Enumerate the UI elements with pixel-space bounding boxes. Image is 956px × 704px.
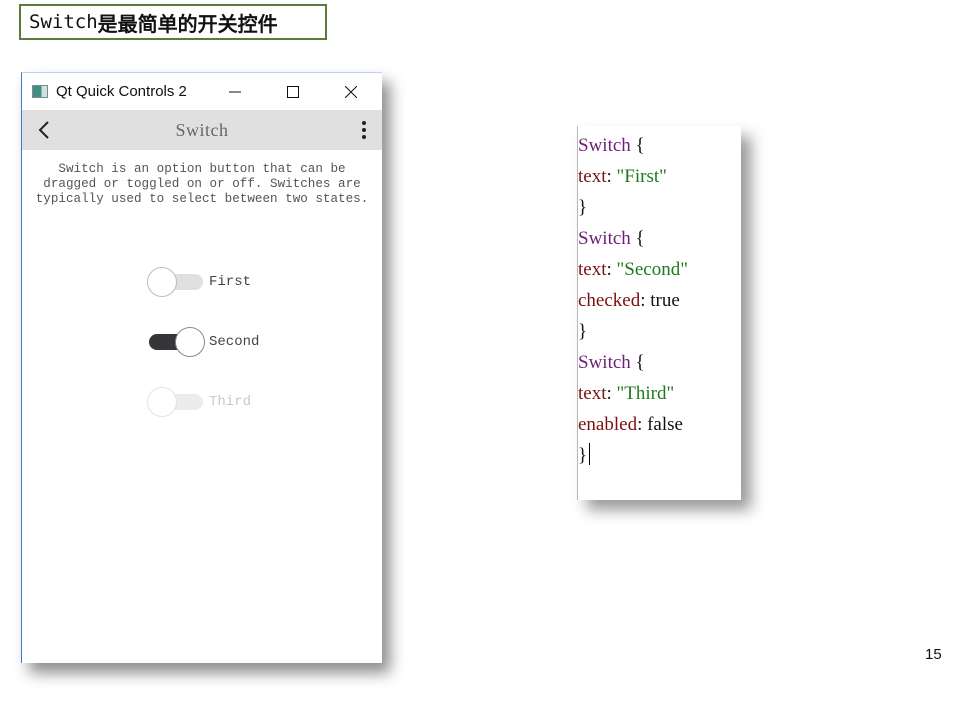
- code-line: text: "Third": [578, 378, 741, 409]
- maximize-button[interactable]: [270, 73, 316, 110]
- code-line: Switch {: [578, 130, 741, 161]
- slide-title-chinese: 是最简单的开关控件: [97, 11, 278, 36]
- code-token-plain: {: [630, 135, 645, 156]
- switch-handle[interactable]: [147, 267, 177, 297]
- back-button[interactable]: [32, 118, 56, 142]
- switch-third: Third: [147, 386, 251, 418]
- code-line: Switch {: [578, 223, 741, 254]
- menu-button[interactable]: [354, 118, 374, 142]
- switch-toggle: [147, 386, 205, 418]
- code-line: checked: true: [578, 285, 741, 316]
- toolbar-title: Switch: [175, 119, 229, 140]
- switch-second[interactable]: Second: [147, 326, 259, 358]
- code-token-str: "First": [616, 166, 667, 187]
- code-lines: Switch {text: "First"} Switch {text: "Sec…: [578, 130, 741, 471]
- code-token-kw: Switch: [578, 228, 631, 249]
- qt-app-icon: [32, 85, 48, 98]
- switch-description: Switch is an option button that can be d…: [35, 162, 369, 206]
- switch-toggle[interactable]: [147, 266, 205, 298]
- code-line: text: "First": [578, 161, 741, 192]
- code-editor[interactable]: Switch {text: "First"} Switch {text: "Sec…: [577, 126, 741, 500]
- code-token-prop: checked: [578, 290, 641, 311]
- switch-label: Second: [209, 334, 260, 350]
- code-token-plain: }: [578, 197, 588, 218]
- minimize-button[interactable]: [212, 73, 258, 110]
- code-token-plain: {: [630, 352, 645, 373]
- code-token-plain: :: [606, 259, 617, 280]
- code-line: Switch {: [578, 347, 741, 378]
- code-token-plain: :: [606, 166, 617, 187]
- app-toolbar: Switch: [22, 110, 382, 150]
- code-token-prop: text: [578, 166, 607, 187]
- window-titlebar[interactable]: Qt Quick Controls 2: [22, 73, 382, 110]
- close-button[interactable]: [328, 73, 374, 110]
- code-token-prop: enabled: [578, 414, 638, 435]
- code-token-plain: :: [606, 383, 617, 404]
- code-token-plain: : true: [640, 290, 680, 311]
- window-title: Qt Quick Controls 2: [56, 83, 187, 100]
- code-token-plain: {: [630, 228, 645, 249]
- code-token-plain: : false: [637, 414, 683, 435]
- close-icon: [345, 85, 357, 98]
- code-token-plain: }: [578, 445, 588, 466]
- switch-first[interactable]: First: [147, 266, 251, 298]
- switch-handle: [147, 387, 177, 417]
- code-line: enabled: false: [578, 409, 741, 440]
- slide-title-latin: Switch: [29, 11, 98, 33]
- code-line: }: [578, 316, 741, 347]
- code-token-plain: }: [578, 321, 588, 342]
- code-token-prop: text: [578, 259, 607, 280]
- text-cursor: [589, 443, 591, 465]
- chevron-left-icon: [38, 121, 49, 139]
- code-line: }: [578, 440, 741, 471]
- minimize-icon: [229, 91, 241, 92]
- switch-label: Third: [209, 394, 252, 410]
- switch-label: First: [209, 274, 252, 290]
- switch-handle[interactable]: [175, 327, 205, 357]
- code-line: text: "Second": [578, 254, 741, 285]
- slide-title: Switch 是最简单的开关控件: [19, 4, 327, 40]
- maximize-icon: [287, 85, 299, 98]
- more-vertical-icon: [362, 121, 366, 139]
- page-number: 15: [925, 646, 942, 663]
- code-line: }: [578, 192, 741, 223]
- app-window: Qt Quick Controls 2 Switch Switch is an …: [21, 72, 382, 663]
- code-token-prop: text: [578, 383, 607, 404]
- code-token-str: "Third": [616, 383, 675, 404]
- code-token-kw: Switch: [578, 135, 631, 156]
- switch-toggle[interactable]: [147, 326, 205, 358]
- code-token-kw: Switch: [578, 352, 631, 373]
- code-token-str: "Second": [616, 259, 688, 280]
